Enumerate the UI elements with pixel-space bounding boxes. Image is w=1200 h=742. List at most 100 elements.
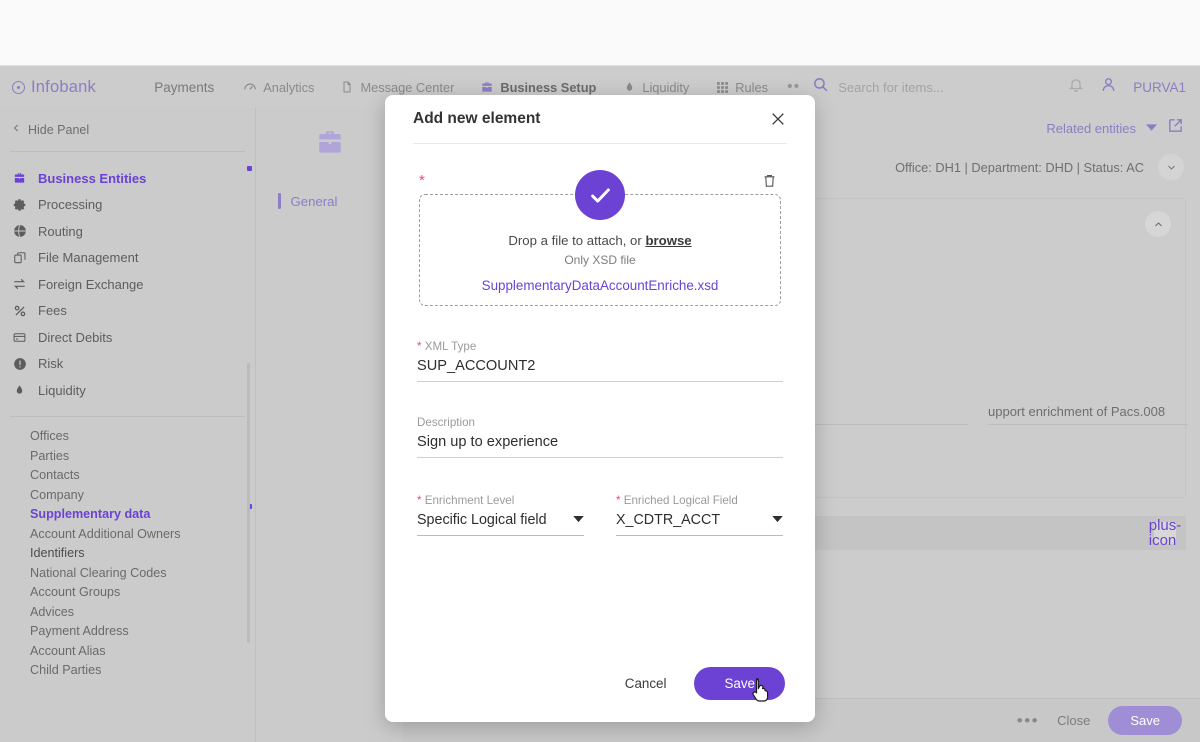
notifications-bell-icon[interactable]: [1068, 76, 1084, 98]
enriched-logical-field-label: * Enriched Logical Field: [616, 494, 783, 507]
sidebar-subitem-advices[interactable]: Advices: [0, 602, 255, 622]
enrichment-level-select[interactable]: Specific Logical field: [417, 507, 584, 536]
sidebar-item-processing[interactable]: Processing: [0, 192, 255, 219]
sidebar-subitem-label: Company: [30, 487, 84, 502]
percent-icon: [12, 304, 27, 318]
cancel-button[interactable]: Cancel: [613, 668, 679, 699]
hide-panel-button[interactable]: Hide Panel: [0, 108, 255, 151]
browse-link[interactable]: browse: [645, 233, 691, 248]
sidebar-item-label: Risk: [38, 356, 64, 372]
description-field: Description Sign up to experience: [417, 416, 783, 458]
attached-file-name[interactable]: SupplementaryDataAccountEnriche.xsd: [482, 278, 719, 293]
sidebar-subitem-supplementary-data[interactable]: Supplementary data: [0, 505, 255, 525]
file-dropzone[interactable]: Drop a file to attach, or browse Only XS…: [419, 170, 781, 306]
sidebar-subitem-identifiers[interactable]: Identifiers: [0, 544, 255, 564]
required-marker: *: [419, 172, 425, 189]
sidebar-item-foreign-exchange[interactable]: Foreign Exchange: [0, 271, 255, 298]
sidebar-subitem-label: Account Alias: [30, 643, 106, 658]
trash-icon[interactable]: [762, 172, 777, 194]
nav-item-label: Liquidity: [642, 79, 690, 95]
sidebar-subitem-child-parties[interactable]: Child Parties: [0, 661, 255, 681]
avatar[interactable]: [1100, 76, 1117, 98]
rail-item-label: General: [290, 193, 338, 209]
footer-close-button[interactable]: Close: [1057, 713, 1090, 728]
description-label-text: Description: [417, 416, 475, 429]
file-upload-section: * Drop a file to attach, or browse Only …: [417, 170, 783, 306]
dialog-body: * Drop a file to attach, or browse Only …: [385, 144, 815, 644]
dropzone-prompt: Drop a file to attach, or browse: [508, 233, 691, 248]
brand[interactable]: Infobank Payments: [0, 66, 230, 108]
sidebar-item-label: Business Entities: [38, 170, 147, 186]
enrichment-level-label: * Enrichment Level: [417, 494, 584, 507]
rail-item-general[interactable]: General: [256, 188, 403, 214]
related-entities-control[interactable]: Related entities: [1046, 117, 1184, 139]
sidebar-subitem-label: Account Groups: [30, 585, 121, 600]
sidebar-subitem-label: Supplementary data: [30, 507, 151, 522]
sidebar-item-file-management[interactable]: File Management: [0, 245, 255, 272]
chevron-up-icon[interactable]: [1145, 211, 1171, 237]
required-marker: *: [417, 340, 422, 353]
nav-item-analytics[interactable]: Analytics: [230, 66, 327, 108]
sidebar-subitem-label: Identifiers: [30, 546, 85, 561]
xml-type-label-text: XML Type: [424, 340, 477, 353]
enrichment-level-label-text: Enrichment Level: [424, 494, 515, 507]
gear-icon: [12, 198, 27, 212]
sidebar-item-routing[interactable]: Routing: [0, 218, 255, 245]
footer-overflow-button[interactable]: •••: [1017, 711, 1039, 731]
chevron-down-icon[interactable]: [1158, 154, 1184, 180]
globe-icon: [12, 224, 27, 238]
enrichment-level-value: Specific Logical field: [417, 512, 547, 528]
external-link-icon[interactable]: [1167, 117, 1184, 139]
nav-item-label: Business Setup: [500, 79, 597, 95]
chevron-left-icon: [12, 122, 21, 137]
close-icon[interactable]: [767, 108, 789, 130]
sidebar-scrollbar[interactable]: [247, 363, 250, 643]
chevron-down-icon: [1146, 119, 1157, 137]
dialog-footer: Cancel Save: [385, 644, 815, 722]
search-input[interactable]: [838, 79, 1069, 95]
sidebar-subitem-national-clearing-codes[interactable]: National Clearing Codes: [0, 563, 255, 583]
sidebar-subitem-parties[interactable]: Parties: [0, 446, 255, 466]
sidebar-item-fees[interactable]: Fees: [0, 298, 255, 325]
briefcase-icon: [480, 80, 494, 94]
sidebar-subitem-payment-address[interactable]: Payment Address: [0, 622, 255, 642]
sidebar-item-liquidity[interactable]: Liquidity: [0, 377, 255, 404]
sidebar-item-label: Foreign Exchange: [38, 276, 144, 292]
nav-overflow-button[interactable]: ••: [781, 78, 806, 96]
card-icon: [12, 331, 27, 344]
files-icon: [12, 251, 27, 265]
add-row-button[interactable]: plus-icon: [1149, 518, 1182, 548]
sidebar-primary-list: Business Entities Processing Routing Fil…: [0, 152, 255, 404]
sidebar-subitem-offices[interactable]: Offices: [0, 427, 255, 447]
active-indicator-bar: [278, 193, 281, 209]
dropzone-prompt-text: Drop a file to attach, or: [508, 233, 646, 248]
sidebar-item-business-entities[interactable]: Business Entities: [0, 165, 255, 192]
xml-type-input[interactable]: SUP_ACCOUNT2: [417, 353, 783, 382]
sidebar-sub-list: Offices Parties Contacts Company Supplem…: [0, 417, 255, 681]
chevron-down-icon: [772, 515, 783, 525]
sidebar-subitem-label: Contacts: [30, 468, 80, 483]
sidebar-item-label: Direct Debits: [38, 329, 113, 345]
browser-top-strip: [0, 0, 1200, 66]
form-field-description[interactable]: upport enrichment of Pacs.008: [988, 404, 1188, 425]
mouse-cursor-icon: [751, 677, 773, 708]
user-name[interactable]: PURVA1: [1133, 80, 1186, 95]
sidebar-item-direct-debits[interactable]: Direct Debits: [0, 324, 255, 351]
sidebar-subitem-account-alias[interactable]: Account Alias: [0, 641, 255, 661]
nav-item-label: Message Center: [360, 79, 455, 95]
sidebar-subitem-label: Payment Address: [30, 624, 129, 639]
global-search[interactable]: [812, 76, 1069, 98]
sidebar-subitem-label: Parties: [30, 448, 70, 463]
enriched-logical-field-select[interactable]: X_CDTR_ACCT: [616, 507, 783, 536]
sidebar-subitem-account-groups[interactable]: Account Groups: [0, 583, 255, 603]
entity-meta: Office: DH1 | Department: DHD | Status: …: [895, 154, 1184, 180]
footer-save-button[interactable]: Save: [1108, 706, 1182, 735]
sidebar-subitem-company[interactable]: Company: [0, 485, 255, 505]
xml-type-label: * XML Type: [417, 340, 783, 353]
sidebar-subitem-contacts[interactable]: Contacts: [0, 466, 255, 486]
sidebar-item-risk[interactable]: Risk: [0, 351, 255, 378]
sidebar-subitem-account-additional-owners[interactable]: Account Additional Owners: [0, 524, 255, 544]
description-input[interactable]: Sign up to experience: [417, 429, 783, 458]
enrichment-level-field: * Enrichment Level Specific Logical fiel…: [417, 494, 584, 536]
xml-type-field: * XML Type SUP_ACCOUNT2: [417, 340, 783, 382]
